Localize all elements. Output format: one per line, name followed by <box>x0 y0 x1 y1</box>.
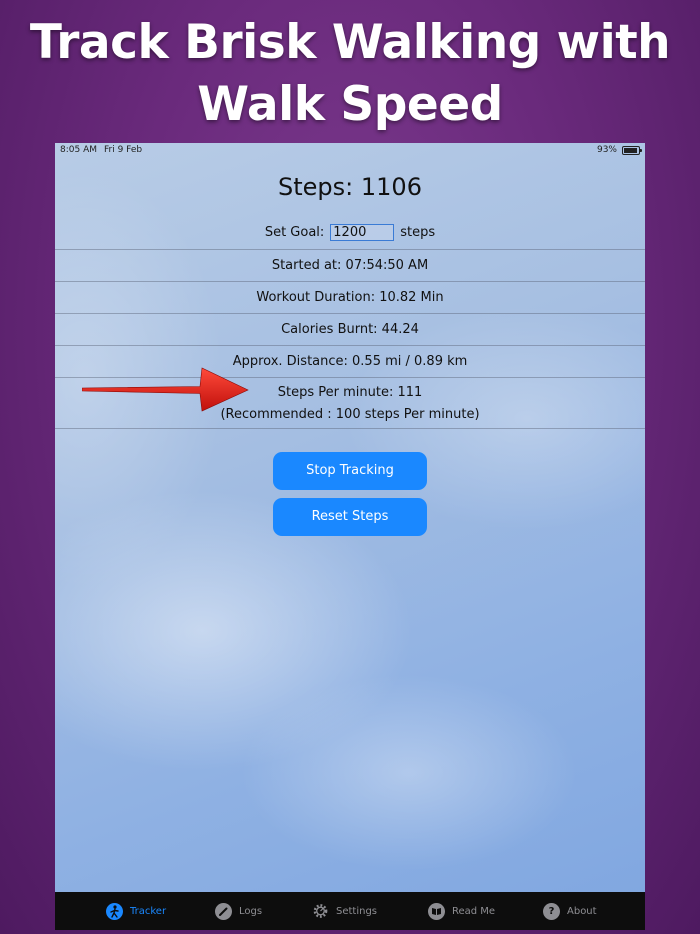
tab-label-tracker: Tracker <box>130 905 167 917</box>
started-at-text: Started at: 07:54:50 AM <box>271 258 429 273</box>
goal-input[interactable]: 1200 <box>330 224 395 241</box>
promo-banner: Track Brisk Walking with Walk Speed <box>0 12 700 136</box>
banner-line-2: Walk Speed <box>197 77 503 132</box>
calories-text: Calories Burnt: 44.24 <box>281 322 419 337</box>
battery-icon <box>622 146 642 155</box>
goal-row: Set Goal: 1200 steps <box>55 219 645 250</box>
status-bar: 8:05 AM Fri 9 Feb 93% <box>55 143 645 159</box>
banner-line-1: Track Brisk Walking with <box>29 15 671 70</box>
gear-icon <box>312 903 329 920</box>
goal-label: Set Goal: <box>264 225 325 240</box>
battery-percentage: 93% <box>596 145 617 155</box>
reset-steps-button[interactable]: Reset Steps <box>273 498 427 536</box>
red-arrow-annotation <box>82 367 249 412</box>
tab-tracker[interactable]: Tracker <box>106 892 166 930</box>
tab-read-me[interactable]: Read Me <box>428 892 495 930</box>
battery-level-fill <box>624 148 638 153</box>
book-icon <box>428 902 445 920</box>
ipad-screen: 8:05 AM Fri 9 Feb 93% Steps: 1106 Set Go… <box>55 143 645 930</box>
tab-label-read-me: Read Me <box>452 905 496 917</box>
tab-about[interactable]: ? About <box>543 892 597 930</box>
tab-label-about: About <box>567 905 597 917</box>
duration-row: Workout Duration: 10.82 Min <box>55 282 645 314</box>
walking-person-icon <box>106 902 123 920</box>
pencil-icon <box>215 902 232 920</box>
steps-count-title: Steps: 1106 <box>278 173 422 201</box>
distance-text: Approx. Distance: 0.55 mi / 0.89 km <box>232 354 468 369</box>
question-icon: ? <box>543 902 560 920</box>
stop-tracking-button[interactable]: Stop Tracking <box>273 452 427 490</box>
started-at-row: Started at: 07:54:50 AM <box>55 250 645 282</box>
tab-settings[interactable]: Settings <box>312 892 377 930</box>
duration-text: Workout Duration: 10.82 Min <box>256 290 444 305</box>
status-date: Fri 9 Feb <box>104 145 143 155</box>
tab-logs[interactable]: Logs <box>215 892 262 930</box>
tab-bar: Tracker Logs Settings Read Me ? About <box>55 892 645 930</box>
goal-unit: steps <box>400 225 436 240</box>
status-time: 8:05 AM <box>60 145 97 155</box>
calories-row: Calories Burnt: 44.24 <box>55 314 645 346</box>
tab-label-logs: Logs <box>239 905 263 917</box>
tab-label-settings: Settings <box>336 905 378 917</box>
